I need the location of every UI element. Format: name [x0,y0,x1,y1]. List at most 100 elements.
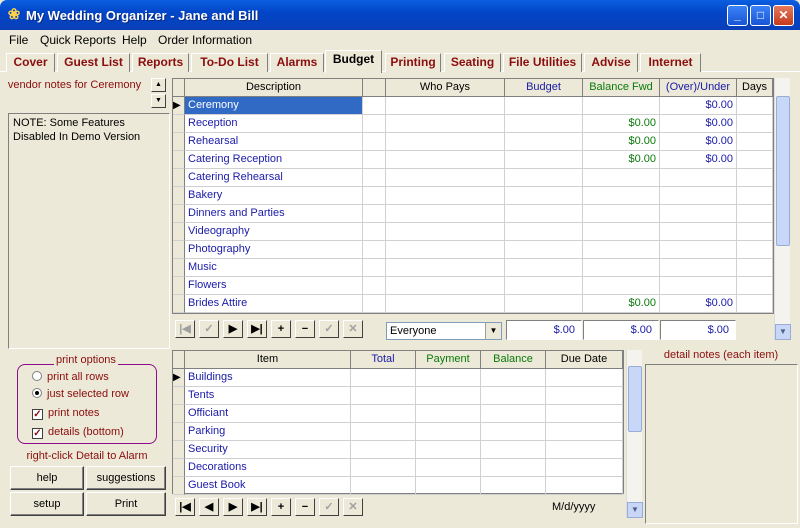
budget-scrollbar[interactable]: ▼ [774,78,791,340]
tab-to-do-list[interactable]: To-Do List [191,53,268,72]
setup-button[interactable]: setup [10,492,84,516]
detail-next-icon[interactable]: ▶ [223,498,243,516]
cell[interactable] [481,477,546,495]
cell-item[interactable]: Decorations [185,459,351,477]
cell[interactable] [546,459,623,477]
cell[interactable] [351,405,416,423]
cell[interactable] [363,115,386,133]
cell[interactable] [363,259,386,277]
detail-add-icon[interactable]: + [271,498,291,516]
cell-over-under[interactable]: $0.00 [660,115,737,133]
cell[interactable] [351,459,416,477]
cell-description[interactable]: Catering Reception [185,151,363,169]
delete-record-icon[interactable]: − [295,320,315,338]
cell[interactable] [737,205,773,223]
header-due-date[interactable]: Due Date [546,351,623,369]
row-selector[interactable] [173,441,185,459]
budget-row[interactable]: Rehearsal $0.00 $0.00 [173,133,773,151]
cell[interactable] [481,387,546,405]
cell[interactable] [737,295,773,313]
menu-order-information[interactable]: Order Information [158,33,252,47]
menu-file[interactable]: File [9,33,28,47]
budget-row[interactable]: Bakery [173,187,773,205]
cell[interactable] [416,423,481,441]
cell[interactable] [386,97,505,115]
cancel-edit-icon[interactable]: ✕ [343,320,363,338]
row-pointer-icon[interactable]: ▶ [173,97,185,115]
cell[interactable] [386,259,505,277]
detail-row[interactable]: ▶ Buildings [173,369,623,387]
cell[interactable] [386,205,505,223]
row-selector[interactable] [173,295,185,313]
cell-balance-fwd[interactable] [583,97,660,115]
cell[interactable] [737,97,773,115]
detail-row[interactable]: Tents [173,387,623,405]
header-days[interactable]: Days [737,79,773,97]
cell-item[interactable]: Parking [185,423,351,441]
menu-quick-reports[interactable]: Quick Reports [40,33,116,47]
cell[interactable] [737,115,773,133]
cell[interactable] [505,151,583,169]
cell-balance-fwd[interactable] [583,187,660,205]
cell-balance-fwd[interactable] [583,169,660,187]
row-selector[interactable] [173,477,185,495]
cell[interactable] [737,259,773,277]
cell[interactable] [386,223,505,241]
cell[interactable] [546,369,623,387]
cell-over-under[interactable] [660,187,737,205]
cell[interactable] [546,477,623,495]
cell-item[interactable]: Guest Book [185,477,351,495]
post-edit-icon[interactable]: ✓ [319,320,339,338]
cell[interactable] [386,133,505,151]
header-description[interactable]: Description [185,79,363,97]
detail-delete-icon[interactable]: − [295,498,315,516]
next-record-icon[interactable]: ▶ [223,320,243,338]
tab-budget[interactable]: Budget [325,50,382,73]
vendor-down-button[interactable]: ▼ [151,94,166,108]
cell[interactable] [416,441,481,459]
cell[interactable] [481,459,546,477]
cell-over-under[interactable]: $0.00 [660,97,737,115]
detail-row[interactable]: Officiant [173,405,623,423]
budget-row[interactable]: ▶ Ceremony $0.00 [173,97,773,115]
minimize-button[interactable]: _ [727,5,748,26]
close-button[interactable]: ✕ [773,5,794,26]
cell[interactable] [386,169,505,187]
cell[interactable] [416,405,481,423]
row-selector[interactable] [173,223,185,241]
cell[interactable] [505,259,583,277]
tab-file-utilities[interactable]: File Utilities [503,53,582,72]
cell[interactable] [546,441,623,459]
cell-item[interactable]: Officiant [185,405,351,423]
detail-row[interactable]: Security [173,441,623,459]
budget-row[interactable]: Photography [173,241,773,259]
row-selector[interactable] [173,205,185,223]
cell-over-under[interactable] [660,277,737,295]
cell[interactable] [737,169,773,187]
cell[interactable] [737,187,773,205]
cell-balance-fwd[interactable]: $0.00 [583,295,660,313]
detail-prev-icon[interactable]: ◀ [199,498,219,516]
cell[interactable] [737,223,773,241]
cell-description[interactable]: Music [185,259,363,277]
cell[interactable] [481,441,546,459]
budget-row[interactable]: Videography [173,223,773,241]
header-blank[interactable] [363,79,386,97]
detail-row[interactable]: Decorations [173,459,623,477]
cell[interactable] [363,97,386,115]
row-selector[interactable] [173,277,185,295]
cell[interactable] [351,477,416,495]
cell[interactable] [363,205,386,223]
cell-description[interactable]: Catering Rehearsal [185,169,363,187]
cell[interactable] [386,241,505,259]
print-button[interactable]: Print [86,492,166,516]
cell[interactable] [351,369,416,387]
budget-row[interactable]: Brides Attire $0.00 $0.00 [173,295,773,313]
budget-row[interactable]: Reception $0.00 $0.00 [173,115,773,133]
detail-scroll-down-icon[interactable]: ▼ [627,502,643,518]
budget-row[interactable]: Catering Rehearsal [173,169,773,187]
cell[interactable] [505,223,583,241]
cell-description[interactable]: Rehearsal [185,133,363,151]
cell-description[interactable]: Dinners and Parties [185,205,363,223]
cell-balance-fwd[interactable] [583,205,660,223]
